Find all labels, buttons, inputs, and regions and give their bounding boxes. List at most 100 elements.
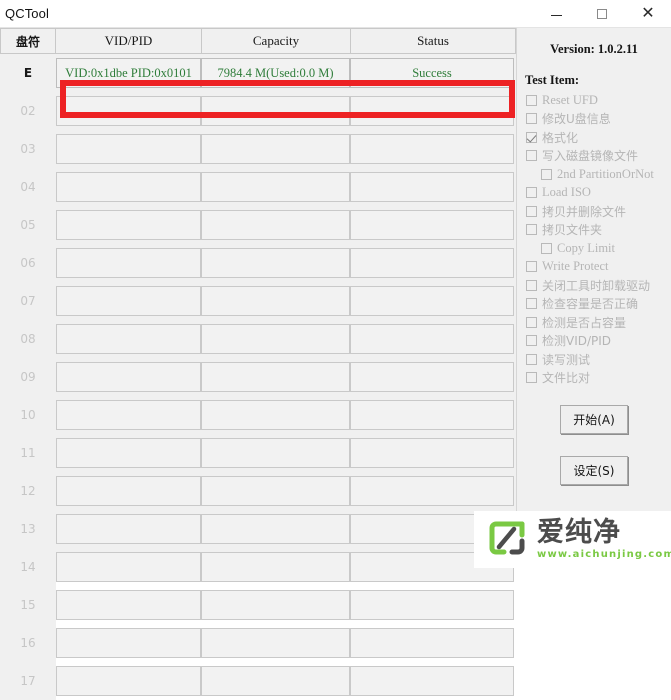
column-header-drive[interactable]: 盘符 (0, 28, 56, 54)
test-item-row[interactable]: 拷贝文件夹 (517, 221, 671, 240)
table-row[interactable]: 13 (0, 510, 516, 548)
cell-vidpid (56, 134, 201, 164)
checkbox-icon[interactable] (526, 150, 537, 162)
cell-drive: 09 (0, 358, 56, 396)
cell-vidpid (56, 248, 201, 278)
test-item-row[interactable]: 读写测试 (517, 350, 671, 369)
test-item-row[interactable]: 关闭工具时卸载驱动 (517, 276, 671, 295)
cell-capacity (201, 362, 350, 392)
table-row[interactable]: 06 (0, 244, 516, 282)
cell-capacity (201, 286, 350, 316)
test-item-row[interactable]: 格式化 (517, 128, 671, 147)
test-item-row[interactable]: 拷贝并删除文件 (517, 202, 671, 221)
close-button[interactable]: ✕ (625, 0, 671, 27)
table-row[interactable]: 10 (0, 396, 516, 434)
table-row[interactable]: E VID:0x1dbe PID:0x0101 7984.4 M(Used:0.0 … (0, 54, 516, 92)
checkbox-icon[interactable] (526, 261, 537, 273)
version-label: Version: 1.0.2.11 (550, 42, 638, 56)
settings-button[interactable]: 设定(S) (560, 456, 628, 485)
cell-vidpid (56, 96, 201, 126)
cell-status (350, 590, 514, 620)
test-item-row[interactable]: 2nd PartitionOrNot (517, 165, 671, 184)
test-item-row[interactable]: 检测是否占容量 (517, 313, 671, 332)
cell-status (350, 324, 514, 354)
table-row[interactable]: 08 (0, 320, 516, 358)
cell-capacity (201, 134, 350, 164)
table-row[interactable]: 12 (0, 472, 516, 510)
cell-vidpid (56, 286, 201, 316)
cell-capacity (201, 248, 350, 278)
cell-drive: 07 (0, 282, 56, 320)
checkbox-icon[interactable] (526, 205, 537, 217)
checkbox-icon[interactable] (526, 94, 537, 106)
test-item-row[interactable]: Load ISO (517, 184, 671, 203)
watermark-url: www.aichunjing.com (537, 549, 671, 560)
test-item-row[interactable]: 检测VID/PID (517, 332, 671, 351)
checkbox-icon[interactable] (526, 335, 537, 347)
cell-status (350, 134, 514, 164)
cell-drive: 02 (0, 92, 56, 130)
test-item-list: Reset UFD 修改U盘信息 格式化 写入磁盘镜像文件 2nd PartitionO… (517, 91, 671, 387)
test-item-label: 关闭工具时卸载驱动 (542, 278, 651, 293)
table-row[interactable]: 09 (0, 358, 516, 396)
checkbox-icon[interactable] (526, 113, 537, 125)
cell-drive: 16 (0, 624, 56, 662)
table-row[interactable]: 11 (0, 434, 516, 472)
cell-capacity (201, 552, 350, 582)
cell-capacity (201, 590, 350, 620)
checkbox-icon[interactable] (526, 372, 537, 384)
cell-drive: 10 (0, 396, 56, 434)
test-item-row[interactable]: 写入磁盘镜像文件 (517, 147, 671, 166)
checkbox-icon[interactable] (526, 224, 537, 236)
cell-capacity (201, 628, 350, 658)
cell-vidpid (56, 628, 201, 658)
test-item-row[interactable]: Copy Limit (517, 239, 671, 258)
checkbox-checked-icon[interactable] (526, 131, 537, 143)
watermark: 爱纯净 www.aichunjing.com (474, 511, 671, 568)
cell-vidpid (56, 590, 201, 620)
test-item-row[interactable]: Reset UFD (517, 91, 671, 110)
test-item-row[interactable]: 修改U盘信息 (517, 110, 671, 129)
test-item-row[interactable]: 检查容量是否正确 (517, 295, 671, 314)
cell-vidpid (56, 362, 201, 392)
test-item-row[interactable]: 文件比对 (517, 369, 671, 388)
test-item-label: Load ISO (542, 185, 591, 200)
checkbox-icon[interactable] (526, 279, 537, 291)
cell-capacity (201, 438, 350, 468)
checkbox-icon[interactable] (541, 168, 552, 180)
cell-drive: 13 (0, 510, 56, 548)
cell-drive: E (0, 54, 56, 92)
checkbox-icon[interactable] (526, 353, 537, 365)
table-row[interactable]: 17 (0, 662, 516, 700)
table-row[interactable]: 14 (0, 548, 516, 586)
minimize-icon (550, 15, 562, 16)
table-row[interactable]: 02 (0, 92, 516, 130)
minimize-button[interactable] (533, 0, 579, 27)
test-item-row[interactable]: Write Protect (517, 258, 671, 277)
cell-status (350, 362, 514, 392)
start-button[interactable]: 开始(A) (560, 405, 628, 434)
table-row[interactable]: 03 (0, 130, 516, 168)
cell-status (350, 476, 514, 506)
table-row[interactable]: 04 (0, 168, 516, 206)
checkbox-icon[interactable] (526, 187, 537, 199)
device-grid: 盘符 VID/PID Capacity Status E VID:0x1dbe P… (0, 28, 517, 700)
checkbox-icon[interactable] (526, 316, 537, 328)
table-row[interactable]: 05 (0, 206, 516, 244)
test-item-label: Reset UFD (542, 92, 598, 107)
cell-vidpid (56, 210, 201, 240)
cell-capacity (201, 210, 350, 240)
cell-drive: 08 (0, 320, 56, 358)
checkbox-icon[interactable] (541, 242, 552, 254)
checkbox-icon[interactable] (526, 298, 537, 310)
cell-status (350, 286, 514, 316)
cell-vidpid (56, 476, 201, 506)
column-header-capacity[interactable]: Capacity (202, 28, 351, 54)
maximize-button[interactable] (579, 0, 625, 27)
table-row[interactable]: 15 (0, 586, 516, 624)
column-header-vidpid[interactable]: VID/PID (56, 28, 202, 54)
column-header-status[interactable]: Status (351, 28, 516, 54)
app-body: 盘符 VID/PID Capacity Status E VID:0x1dbe P… (0, 28, 671, 700)
table-row[interactable]: 16 (0, 624, 516, 662)
table-row[interactable]: 07 (0, 282, 516, 320)
